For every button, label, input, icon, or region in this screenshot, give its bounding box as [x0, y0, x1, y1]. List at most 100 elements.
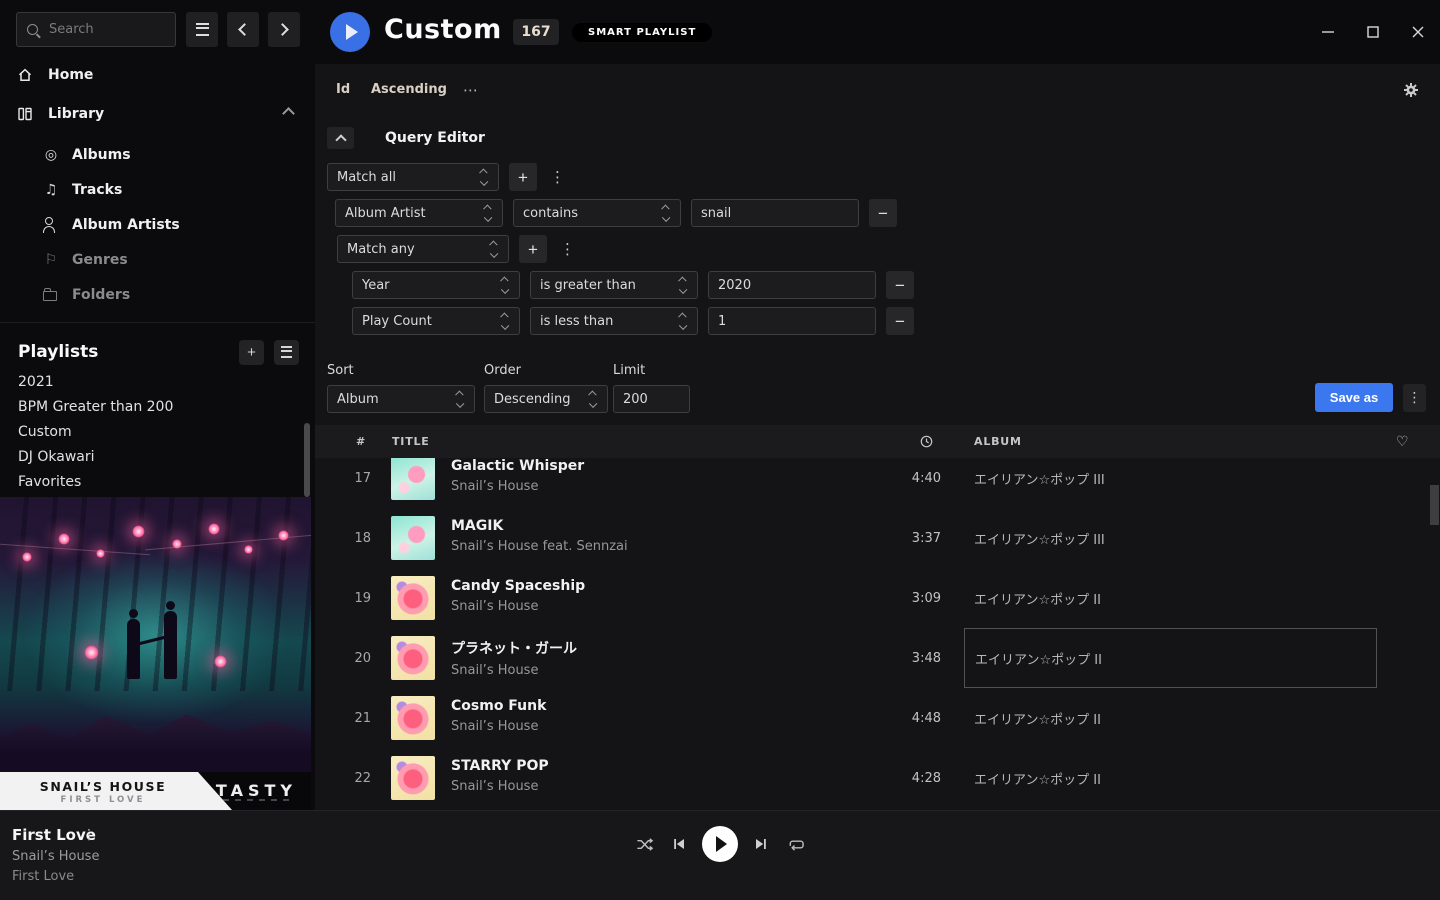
query-rule-row: Year is greater than − [352, 271, 1426, 299]
query-rule-row: Album Artist contains − [335, 199, 1426, 227]
play-pause-button[interactable] [702, 826, 738, 862]
hamburger-icon [196, 23, 209, 36]
rule-operator-value: is greater than [540, 278, 672, 293]
rule-operator-select[interactable]: contains [513, 199, 681, 227]
query-menu-button[interactable]: ⋮ [1403, 384, 1426, 412]
match-select[interactable]: Match any [337, 235, 509, 263]
forward-button[interactable] [268, 12, 300, 47]
remove-rule-button[interactable]: − [869, 199, 897, 227]
sort-select[interactable]: Album [327, 385, 475, 413]
sidebar-item-genres[interactable]: ⚐Genres [0, 242, 315, 277]
rule-operator-select[interactable]: is greater than [530, 271, 698, 299]
playlist-item-dj-okawari[interactable]: DJ Okawari [18, 445, 295, 470]
rule-operator-value: contains [523, 206, 655, 221]
sidebar-item-albums[interactable]: ◎Albums [0, 137, 315, 172]
rule-operator-select[interactable]: is less than [530, 307, 698, 335]
search-input[interactable] [47, 21, 165, 38]
previous-track-button[interactable] [662, 826, 696, 862]
sidebar-item-home[interactable]: Home [0, 60, 315, 90]
add-playlist-button[interactable]: + [239, 340, 264, 365]
chevron-left-icon [238, 23, 251, 36]
collapse-library-icon[interactable] [284, 106, 293, 122]
next-track-button[interactable] [744, 826, 778, 862]
group-menu-button[interactable]: ⋮ [560, 240, 575, 258]
track-title-cell: Galactic WhisperSnail’s House [451, 458, 871, 494]
track-row[interactable]: 18MAGIKSnail’s House feat. Sennzai3:37エイ… [315, 508, 1440, 568]
search-box[interactable] [16, 12, 176, 47]
sidebar-item-album-artists[interactable]: Album Artists [0, 207, 315, 242]
rule-value-input[interactable] [708, 271, 876, 299]
album-art-thumb [391, 458, 435, 500]
playlist-item-custom[interactable]: Custom [18, 420, 295, 445]
save-as-button[interactable]: Save as [1315, 383, 1393, 412]
rule-field-select[interactable]: Year [352, 271, 520, 299]
playlist-item-2021[interactable]: 2021 [18, 370, 295, 395]
shuffle-button[interactable] [628, 826, 662, 862]
track-row[interactable]: 22STARRY POPSnail’s House4:28エイリアン☆ポップ I… [315, 748, 1440, 808]
remove-rule-button[interactable]: − [886, 307, 914, 335]
repeat-button[interactable] [778, 826, 812, 862]
order-select[interactable]: Descending [484, 385, 608, 413]
sidebar-item-folders[interactable]: Folders [0, 277, 315, 312]
track-table-header: # TITLE ALBUM ♡ [315, 425, 1440, 458]
playlists-list: 2021BPM Greater than 200CustomDJ Okawari… [18, 370, 295, 495]
track-duration: 3:48 [875, 628, 941, 688]
sidebar-item-tracks[interactable]: ♫Tracks [0, 172, 315, 207]
close-button[interactable] [1395, 12, 1440, 52]
rule-field-select[interactable]: Play Count [352, 307, 520, 335]
sort-order-button[interactable]: Ascending [371, 64, 447, 115]
column-index[interactable]: # [351, 425, 371, 458]
minimize-button[interactable] [1305, 12, 1350, 52]
main-panel: Custom 167 SMART PLAYLIST Id Ascending ⋯ [315, 0, 1440, 810]
album-art-thumb [391, 516, 435, 560]
track-album: エイリアン☆ポップ II [964, 628, 1377, 688]
menu-button[interactable] [186, 12, 218, 47]
gear-icon [1403, 82, 1419, 98]
column-album[interactable]: ALBUM [974, 425, 1022, 458]
home-icon [16, 67, 34, 83]
play-playlist-button[interactable] [330, 12, 370, 52]
add-rule-button[interactable]: + [519, 235, 547, 263]
track-list: 17Galactic WhisperSnail’s House4:40エイリアン… [315, 458, 1440, 810]
add-rule-button[interactable]: + [509, 163, 537, 191]
group-menu-button[interactable]: ⋮ [550, 168, 565, 186]
column-title[interactable]: TITLE [392, 425, 430, 458]
sort-field-button[interactable]: Id [336, 64, 350, 115]
collapse-query-editor-button[interactable] [327, 127, 354, 149]
list-icon [281, 346, 292, 358]
rule-field-select[interactable]: Album Artist [335, 199, 503, 227]
favorite-column-heart-icon[interactable]: ♡ [1396, 425, 1409, 458]
now-playing-menu-button[interactable]: ⋮ [82, 827, 96, 843]
track-row[interactable]: 19Candy SpaceshipSnail’s House3:09エイリアン☆… [315, 568, 1440, 628]
track-artist: Snail’s House [451, 663, 871, 678]
sidebar-item-library[interactable]: Library [0, 99, 315, 129]
track-number: 18 [335, 508, 371, 568]
track-list-scrollbar-thumb[interactable] [1430, 485, 1439, 525]
select-arrows-icon [680, 314, 688, 328]
back-button[interactable] [227, 12, 259, 47]
album-art-thumb [391, 636, 435, 680]
track-duration: 4:40 [875, 458, 941, 508]
track-title-cell: プラネット・ガール Snail’s House [451, 638, 871, 678]
duration-column-clock-icon[interactable] [920, 425, 933, 458]
rule-field-value: Play Count [362, 314, 494, 329]
maximize-button[interactable] [1350, 12, 1395, 52]
track-row[interactable]: 21Cosmo FunkSnail’s House4:48エイリアン☆ポップ I… [315, 688, 1440, 748]
track-row[interactable]: 17Galactic WhisperSnail’s House4:40エイリアン… [315, 458, 1440, 508]
sidebar-scrollbar-thumb[interactable] [304, 423, 310, 497]
settings-button[interactable] [1403, 82, 1419, 102]
playlist-list-button[interactable] [274, 340, 299, 365]
remove-rule-button[interactable]: − [886, 271, 914, 299]
rule-value-input[interactable] [691, 199, 859, 227]
rule-value-input[interactable] [708, 307, 876, 335]
track-duration: 3:09 [875, 568, 941, 628]
more-options-button[interactable]: ⋯ [463, 64, 478, 115]
page-title: Custom [384, 14, 502, 45]
playlist-item-bpm-greater-than-200[interactable]: BPM Greater than 200 [18, 395, 295, 420]
limit-input[interactable] [613, 385, 690, 413]
match-select[interactable]: Match all [327, 163, 499, 191]
track-title: プラネット・ガール [451, 638, 871, 658]
playlist-item-favorites[interactable]: Favorites [18, 470, 295, 495]
track-row[interactable]: 20プラネット・ガールSnail’s House3:48エイリアン☆ポップ II [315, 628, 1440, 688]
sort-label: Sort [327, 363, 484, 378]
